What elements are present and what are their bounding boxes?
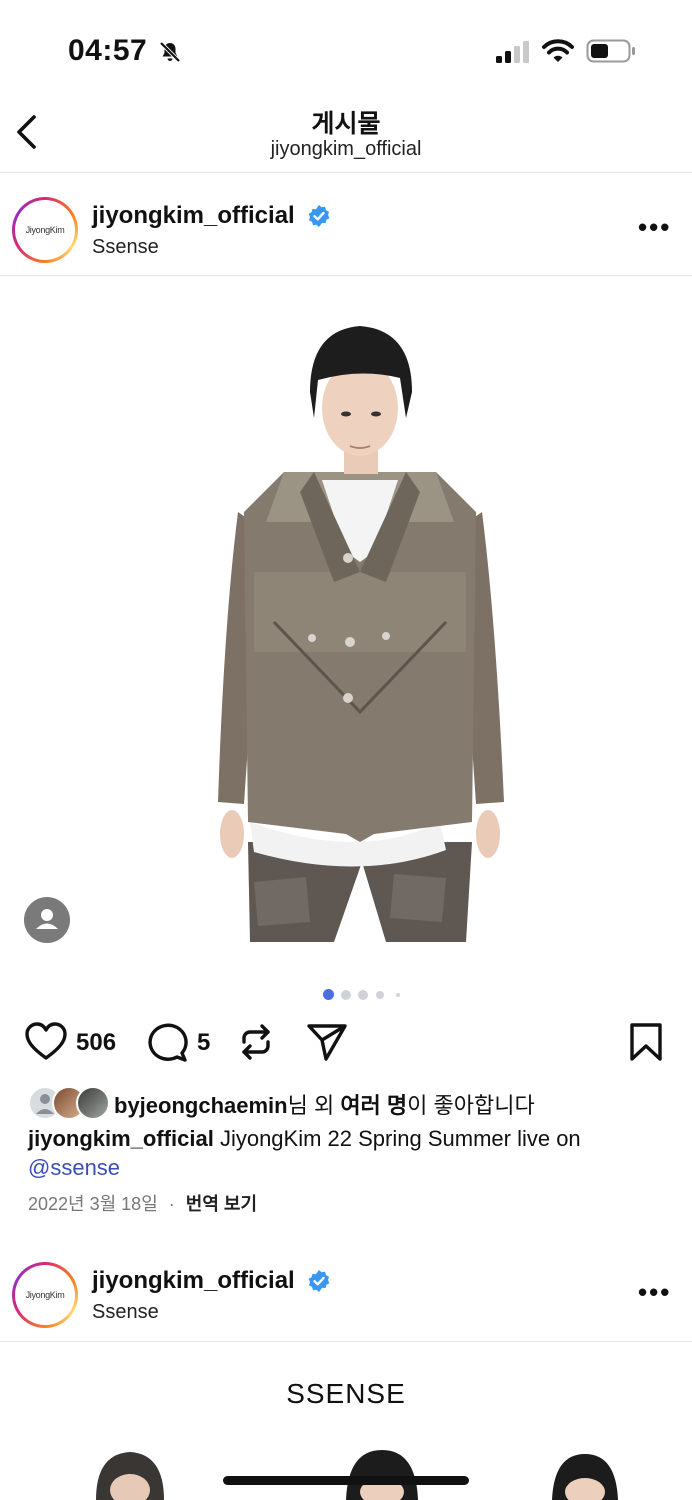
post-avatar[interactable]: JiyongKim	[12, 197, 78, 263]
share-icon[interactable]	[306, 1022, 348, 1062]
next-post-model-center	[346, 1450, 418, 1500]
user-tag-button[interactable]	[24, 897, 70, 943]
repost-icon[interactable]	[238, 1022, 274, 1062]
avatar-logo-text: JiyongKim	[25, 1290, 65, 1300]
verified-icon	[308, 1270, 330, 1292]
liked-by-user[interactable]: byjeongchaemin	[114, 1093, 288, 1118]
post-date: 2022년 3월 18일	[28, 1194, 158, 1214]
more-icon[interactable]: •••	[638, 212, 671, 243]
battery-icon	[586, 39, 635, 63]
bookmark-icon[interactable]	[628, 1022, 664, 1062]
next-post-brand: SSENSE	[286, 1378, 406, 1409]
signal-icon	[496, 41, 529, 63]
comment-icon[interactable]	[146, 1022, 188, 1062]
likes-count[interactable]: 506	[76, 1029, 116, 1057]
liked-by-mid: 님 외	[287, 1093, 341, 1118]
post-header-divider	[0, 275, 692, 276]
comments-count[interactable]: 5	[197, 1029, 210, 1057]
carousel-dot	[341, 990, 351, 1000]
next-post-model-left	[96, 1452, 164, 1500]
liked-by-suffix: 이 좋아합니다	[407, 1093, 535, 1118]
liked-avatar	[76, 1086, 110, 1120]
next-post-avatar[interactable]: JiyongKim	[12, 1262, 78, 1328]
caption-mention[interactable]: @ssense	[28, 1155, 120, 1180]
carousel-dot-active	[323, 989, 334, 1000]
avatar-logo-text: JiyongKim	[25, 225, 65, 235]
carousel-dot	[376, 991, 384, 999]
post-location[interactable]: Ssense	[92, 236, 159, 259]
more-icon[interactable]: •••	[638, 1277, 671, 1308]
page-title: 게시물	[311, 110, 381, 138]
page-subtitle: jiyongkim_official	[270, 138, 422, 160]
post-caption: jiyongkim_official JiyongKim 22 Spring S…	[28, 1124, 678, 1182]
caption-username[interactable]: jiyongkim_official	[28, 1126, 214, 1151]
translate-link[interactable]: 번역 보기	[186, 1194, 257, 1214]
liked-by-avatars[interactable]	[28, 1086, 110, 1120]
next-post-model-right	[552, 1454, 618, 1500]
header-divider	[0, 172, 692, 173]
person-icon	[36, 909, 58, 929]
caption-text: JiyongKim 22 Spring Summer live on	[219, 1126, 581, 1151]
home-indicator[interactable]	[223, 1476, 469, 1485]
separator: ·	[168, 1194, 175, 1214]
liked-by-others[interactable]: 여러 명	[340, 1093, 407, 1118]
next-post-username[interactable]: jiyongkim_official	[92, 1267, 295, 1295]
post-username[interactable]: jiyongkim_official	[92, 202, 295, 230]
status-time: 04:57	[68, 34, 148, 67]
carousel-dot	[358, 990, 368, 1000]
verified-icon	[308, 205, 330, 227]
wifi-icon	[542, 39, 574, 62]
heart-icon[interactable]	[24, 1022, 68, 1062]
next-post-location[interactable]: Ssense	[92, 1301, 159, 1324]
next-post-divider	[0, 1341, 692, 1342]
carousel-dot	[396, 993, 400, 997]
post-photo	[214, 322, 506, 948]
date-line: 2022년 3월 18일 · 번역 보기	[28, 1190, 257, 1216]
bell-muted-icon	[159, 41, 181, 63]
liked-by-text[interactable]: byjeongchaemin님 외 여러 명이 좋아합니다	[114, 1088, 535, 1120]
